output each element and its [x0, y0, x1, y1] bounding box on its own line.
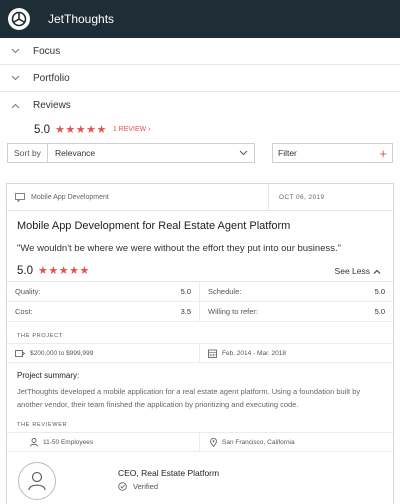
chat-bubble-icon	[15, 192, 25, 202]
review-rating-value: 5.0	[17, 264, 33, 277]
project-summary-text: JetThoughts developed a mobile applicati…	[17, 387, 361, 409]
review-card: Mobile App Development OCT 06, 2019 Mobi…	[6, 183, 394, 504]
review-category: Mobile App Development	[31, 193, 109, 201]
section-portfolio[interactable]: Portfolio	[0, 65, 400, 92]
section-reviews[interactable]: Reviews	[0, 92, 400, 119]
see-less-label: See Less	[334, 266, 370, 276]
project-details: $200,000 to $999,999 Feb. 2014 - Mar. 20…	[7, 343, 393, 363]
filter-button[interactable]: Filter +	[272, 143, 393, 163]
reviewer-details: 11-50 Employees San Francisco, Californi…	[7, 432, 393, 452]
location-pin-icon	[210, 437, 217, 447]
review-date: OCT 06, 2019	[279, 193, 325, 201]
chevron-up-icon	[373, 269, 381, 274]
section-portfolio-label: Portfolio	[33, 72, 70, 84]
review-quote: "We wouldn't be where we were without th…	[17, 243, 341, 254]
sort-value: Relevance	[55, 148, 96, 158]
section-focus[interactable]: Focus	[0, 38, 400, 65]
chevron-up-icon	[9, 100, 21, 112]
verified-badge: Verified	[118, 482, 158, 491]
review-metrics: Quality: 5.0 Schedule: 5.0 Cost: 3.5 Wil…	[7, 281, 393, 322]
project-timeline: Feb. 2014 - Mar. 2018	[222, 349, 286, 357]
reviewer-avatar-icon	[18, 462, 56, 500]
plus-icon: +	[379, 145, 387, 161]
reviewer-location: San Francisco, California	[222, 438, 295, 446]
review-title: Mobile App Development for Real Estate A…	[17, 220, 291, 232]
metric-label: Willing to refer:	[208, 307, 259, 316]
jetthoughts-logo-icon[interactable]	[8, 8, 30, 30]
metric-value: 3.5	[180, 307, 191, 316]
metric-label: Cost:	[15, 307, 33, 316]
metric-value: 5.0	[374, 287, 385, 296]
metric-label: Schedule:	[208, 287, 242, 296]
review-rating-stars: ★★★★★	[38, 265, 90, 277]
metric-label: Quality:	[15, 287, 41, 296]
section-focus-label: Focus	[33, 45, 61, 57]
filter-label: Filter	[278, 148, 297, 158]
project-section-label: THE PROJECT	[17, 333, 63, 339]
app-title: JetThoughts	[48, 12, 115, 26]
overall-rating-stars: ★★★★★	[55, 124, 107, 136]
company-size: 11-50 Employees	[43, 438, 94, 446]
section-reviews-label: Reviews	[33, 100, 71, 111]
project-budget: $200,000 to $999,999	[30, 349, 94, 357]
sort-label: Sort by	[8, 144, 48, 162]
review-count-link[interactable]: 1 REVIEW ›	[113, 126, 151, 133]
review-rating: 5.0 ★★★★★	[17, 264, 90, 278]
see-less-link[interactable]: See Less	[335, 266, 381, 276]
project-summary-heading: Project summary:	[17, 371, 80, 380]
chevron-down-icon	[9, 72, 21, 84]
sort-select[interactable]: Sort by Relevance	[7, 143, 255, 163]
verified-label: Verified	[133, 482, 159, 491]
overall-rating-value: 5.0	[34, 123, 50, 136]
metric-willing-to-refer: Willing to refer: 5.0	[200, 302, 393, 321]
person-icon	[30, 437, 38, 447]
metric-quality: Quality: 5.0	[7, 282, 200, 301]
tag-icon	[15, 349, 25, 357]
metric-value: 5.0	[180, 287, 191, 296]
review-card-header: Mobile App Development OCT 06, 2019	[7, 184, 393, 211]
top-bar: JetThoughts	[0, 0, 400, 38]
metric-value: 5.0	[374, 307, 385, 316]
chevron-down-icon	[239, 148, 248, 158]
chevron-down-icon	[9, 45, 21, 57]
check-circle-icon	[118, 482, 127, 491]
calendar-icon	[208, 349, 217, 358]
reviewer-title: CEO, Real Estate Platform	[118, 468, 220, 478]
metric-cost: Cost: 3.5	[7, 302, 200, 321]
overall-rating: 5.0 ★★★★★ 1 REVIEW ›	[34, 123, 151, 137]
reviewer-section-label: THE REVIEWER	[17, 422, 68, 428]
metric-schedule: Schedule: 5.0	[200, 282, 393, 301]
